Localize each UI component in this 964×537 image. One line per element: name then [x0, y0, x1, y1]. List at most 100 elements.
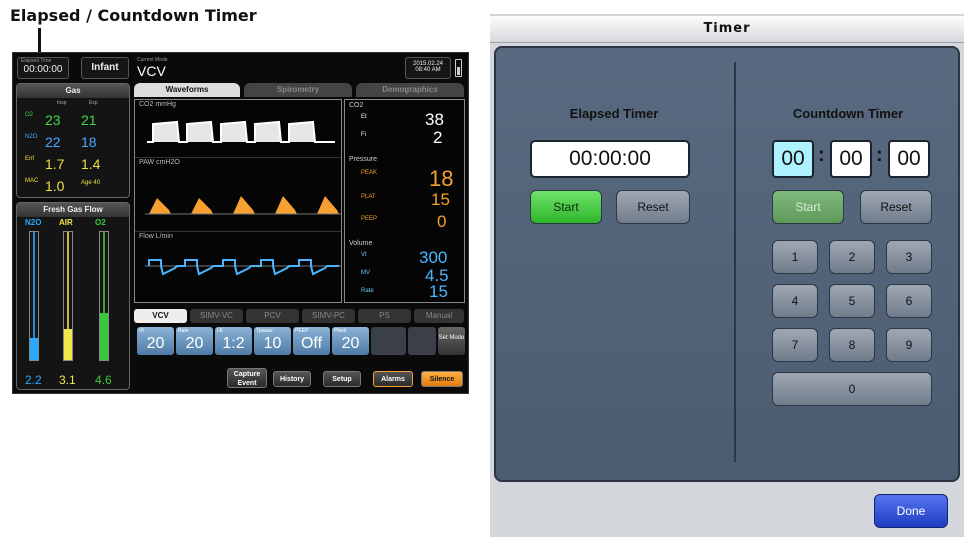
- param-vt-button[interactable]: Vt 20: [137, 327, 174, 355]
- fi-label: Fi: [361, 132, 366, 138]
- peak-label: PEAK: [361, 170, 378, 176]
- param-label: Plimit: [334, 328, 347, 334]
- section-divider: [734, 62, 736, 462]
- age-label: Age: [81, 180, 92, 186]
- time-separator: :: [876, 144, 883, 166]
- param-empty-slot: [371, 327, 406, 355]
- gas-insp-value: 1.7: [45, 156, 65, 172]
- gas-exp-header: Exp: [89, 100, 98, 106]
- patient-type-button[interactable]: Infant: [81, 57, 129, 79]
- paw-waveform-trace: [145, 196, 341, 215]
- flow-value-o2: 4.6: [95, 373, 112, 387]
- age-value: 40: [93, 180, 101, 186]
- fi-value: 2: [433, 128, 443, 147]
- param-empty-slot: [408, 327, 436, 355]
- param-rate-button[interactable]: Rate 20: [176, 327, 213, 355]
- keypad-key-8[interactable]: 8: [829, 328, 875, 362]
- param-tpause-button[interactable]: Tpause 10: [254, 327, 291, 355]
- capture-event-button[interactable]: Capture Event: [227, 368, 267, 388]
- tab-demographics[interactable]: Demographics: [356, 83, 464, 97]
- caption-pointer-line: [38, 28, 41, 54]
- mac-label: MAC: [25, 178, 39, 184]
- et-value: 38: [425, 110, 444, 129]
- history-button[interactable]: History: [273, 371, 311, 387]
- param-value: 20: [185, 335, 204, 352]
- param-label: Tpause: [256, 328, 273, 334]
- flow-name-o2: O2: [95, 218, 106, 227]
- mode-tab-simv-pc[interactable]: SIMV-PC: [302, 309, 355, 323]
- fresh-gas-title: Fresh Gas Flow: [17, 203, 129, 217]
- flow-bar-o2: [99, 231, 109, 361]
- gas-exp-value: 18: [81, 134, 97, 150]
- gas-row-o2: O2 23 21: [21, 110, 126, 130]
- param-value: 10: [263, 335, 282, 352]
- tab-waveforms[interactable]: Waveforms: [134, 83, 240, 97]
- countdown-timer-title: Countdown Timer: [792, 106, 904, 121]
- readings-column: CO2 Et 38 Fi 2 Pressure PEAK 18 PLAT 15 …: [344, 99, 465, 303]
- gas-row-label: Enf: [25, 156, 35, 162]
- mode-tab-ps[interactable]: PS: [358, 309, 411, 323]
- mv-label: MV: [361, 270, 370, 276]
- param-plimit-button[interactable]: Plimit 20: [332, 327, 369, 355]
- countdown-seconds-field[interactable]: 00: [888, 140, 930, 178]
- elapsed-start-button[interactable]: Start: [530, 190, 602, 224]
- setup-button[interactable]: Setup: [323, 371, 361, 387]
- gas-panel: Gas Insp Exp O2 23 21 N2O 22 18 Enf 1.7 …: [16, 83, 130, 198]
- flow-bar-air: [63, 231, 73, 361]
- peep-label: PEEP: [361, 216, 378, 222]
- keypad-key-0[interactable]: 0: [772, 372, 932, 406]
- mode-tab-manual[interactable]: Manual: [414, 309, 464, 323]
- elapsed-time-box[interactable]: Elapsed Time 00:00:00: [17, 57, 69, 79]
- timer-dialog-body: Elapsed Timer 00:00:00 Start Reset Count…: [494, 46, 960, 482]
- flow-name-n2o: N2O: [25, 218, 42, 227]
- elapsed-reset-button[interactable]: Reset: [616, 190, 690, 224]
- date-time-box: 2015.02.24 08:40 AM: [405, 57, 451, 79]
- vt-label: Vt: [361, 252, 367, 258]
- param-value: 20: [146, 335, 165, 352]
- keypad-key-6[interactable]: 6: [886, 284, 932, 318]
- flow-waveform-trace: [145, 259, 341, 276]
- param-label: I:E: [217, 328, 224, 334]
- flow-waveform: Flow L/min: [135, 232, 341, 304]
- param-label: Rate: [178, 328, 189, 334]
- gas-exp-value: 1.4: [81, 156, 101, 172]
- param-peep-button[interactable]: PEEP Off: [293, 327, 330, 355]
- param-value: 1:2: [222, 335, 245, 352]
- flow-value-n2o: 2.2: [25, 373, 42, 387]
- keypad-key-9[interactable]: 9: [886, 328, 932, 362]
- plat-label: PLAT: [361, 194, 376, 200]
- age-readout: Age 40: [81, 180, 100, 186]
- countdown-start-button[interactable]: Start: [772, 190, 844, 224]
- done-button[interactable]: Done: [874, 494, 948, 528]
- mode-tab-vcv[interactable]: VCV: [134, 309, 187, 323]
- param-ie-button[interactable]: I:E 1:2: [215, 327, 252, 355]
- countdown-hours-field[interactable]: 00: [772, 140, 814, 178]
- keypad-key-5[interactable]: 5: [829, 284, 875, 318]
- silence-button[interactable]: Silence: [421, 371, 463, 387]
- set-mode-button[interactable]: Set Mode: [438, 327, 465, 355]
- keypad-key-3[interactable]: 3: [886, 240, 932, 274]
- countdown-reset-button[interactable]: Reset: [860, 190, 932, 224]
- countdown-minutes-field[interactable]: 00: [830, 140, 872, 178]
- peak-value: 18: [429, 166, 454, 191]
- gas-row-label: N2O: [25, 134, 38, 140]
- ventilator-screen: Elapsed Time 00:00:00 Infant Current Mod…: [12, 52, 469, 394]
- mode-tab-simv-vc[interactable]: SIMV-VC: [190, 309, 243, 323]
- alarms-button[interactable]: Alarms: [373, 371, 413, 387]
- gas-insp-value: 22: [45, 134, 61, 150]
- keypad-key-1[interactable]: 1: [772, 240, 818, 274]
- flow-bar-n2o: [29, 231, 39, 361]
- time-separator: :: [818, 144, 825, 166]
- battery-icon: [455, 59, 462, 77]
- mode-tab-pcv[interactable]: PCV: [246, 309, 299, 323]
- gas-row-label: O2: [25, 112, 34, 118]
- gas-row-mac: MAC 1.0 Age 40: [21, 176, 126, 196]
- keypad-key-4[interactable]: 4: [772, 284, 818, 318]
- flow-bar-fill: [64, 329, 72, 360]
- keypad-key-7[interactable]: 7: [772, 328, 818, 362]
- status-bar: Elapsed Time 00:00:00 Infant Current Mod…: [13, 53, 468, 83]
- tab-spirometry[interactable]: Spirometry: [244, 83, 352, 97]
- flow-name-air: AIR: [59, 218, 73, 227]
- gas-exp-value: 21: [81, 112, 97, 128]
- keypad-key-2[interactable]: 2: [829, 240, 875, 274]
